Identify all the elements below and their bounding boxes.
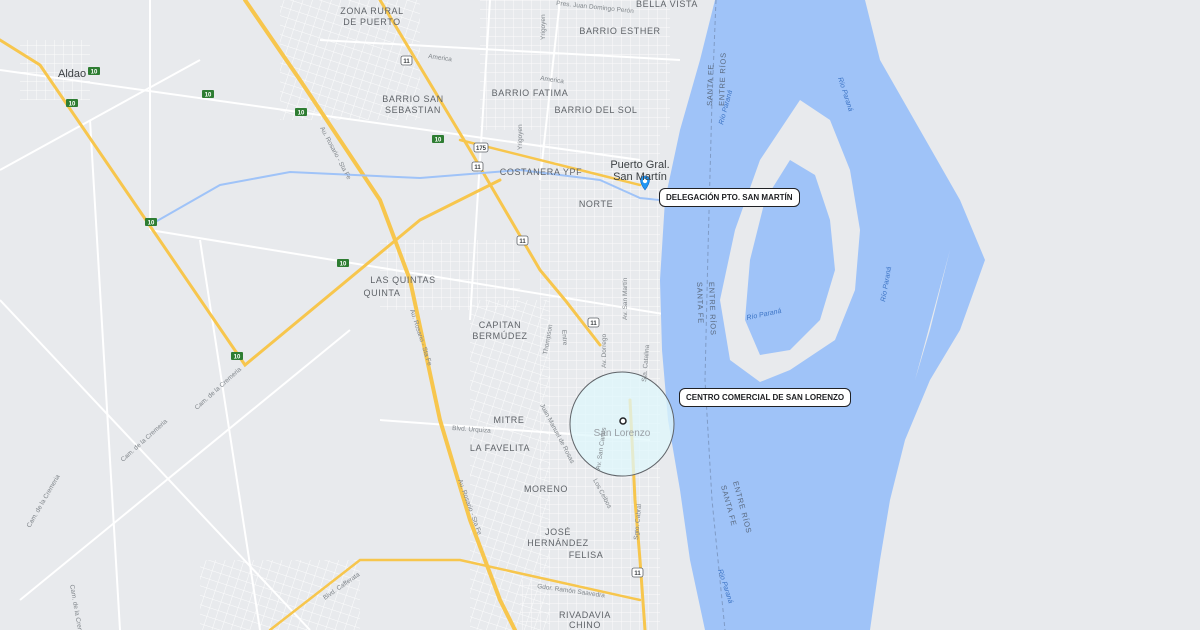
- svg-text:10: 10: [234, 355, 241, 361]
- place-label: MITRE: [494, 415, 525, 425]
- street-label: Yrigoyen: [517, 124, 524, 150]
- place-label: San Martín: [613, 171, 667, 183]
- street-label: Entre: [560, 330, 568, 346]
- svg-text:10: 10: [69, 102, 76, 108]
- place-label: LA FAVELITA: [470, 443, 530, 453]
- place-label: NORTE: [579, 199, 613, 209]
- shield-icon: 10: [145, 218, 157, 227]
- street-label: COSTANERA YPF: [500, 167, 583, 177]
- place-label: SEBASTIAN: [385, 105, 441, 115]
- border-label: SANTA FE: [705, 64, 715, 106]
- shield-icon: 10: [88, 67, 100, 76]
- svg-text:11: 11: [519, 239, 526, 245]
- shield-icon: 11: [471, 161, 484, 172]
- shield-icon: 11: [400, 55, 413, 66]
- shield-icon: 10: [202, 90, 214, 99]
- place-label: BARRIO SAN: [382, 94, 444, 104]
- border-label: ENTRE RÍOS: [717, 52, 728, 106]
- svg-text:10: 10: [205, 93, 212, 99]
- shield-icon: 10: [432, 135, 444, 144]
- svg-text:10: 10: [298, 111, 305, 117]
- place-label: BARRIO DEL SOL: [554, 105, 637, 115]
- svg-text:175: 175: [476, 146, 487, 152]
- shield-icon: 11: [587, 317, 600, 328]
- place-label: JOSÉ: [545, 527, 571, 537]
- place-label: FELISA: [569, 550, 604, 560]
- place-label: LAS QUINTAS: [370, 275, 435, 285]
- svg-text:10: 10: [340, 262, 347, 268]
- place-label: Puerto Gral.: [610, 159, 669, 171]
- san-lorenzo-center-marker[interactable]: [619, 417, 627, 425]
- map-canvas[interactable]: 10 10 10 10 10 10 10 10 11 11 11 11 11 1…: [0, 0, 1200, 630]
- svg-text:10: 10: [435, 138, 442, 144]
- svg-text:11: 11: [474, 165, 481, 171]
- shield-icon: 175: [473, 142, 489, 153]
- place-label: QUINTA: [364, 288, 401, 298]
- shield-icon: 10: [295, 108, 307, 117]
- place-label: BELLA VISTA: [636, 0, 698, 9]
- shield-icon: 10: [337, 259, 349, 268]
- callout-centro-comercial[interactable]: CENTRO COMERCIAL DE SAN LORENZO: [679, 388, 852, 407]
- shield-icon: 11: [516, 235, 529, 246]
- svg-text:11: 11: [590, 321, 597, 327]
- callout-delegacion[interactable]: DELEGACIÓN PTO. SAN MARTÍN: [659, 188, 800, 207]
- place-label: BARRIO ESTHER: [579, 26, 660, 36]
- street-label: Yrigoyen: [540, 14, 547, 40]
- svg-text:10: 10: [91, 70, 98, 76]
- place-label: RIVADAVIA: [559, 610, 611, 620]
- border-label: ENTRE RÍOS: [707, 282, 718, 336]
- place-label: CHINO: [569, 620, 601, 630]
- place-label: DE PUERTO: [343, 17, 401, 27]
- place-label: Aldao: [58, 68, 86, 80]
- border-label: SANTA FE: [695, 282, 705, 324]
- street-label: Av. San Martín: [622, 277, 629, 320]
- shield-icon: 11: [631, 567, 644, 578]
- svg-text:10: 10: [148, 221, 155, 227]
- street-label: Av. Dorrego: [601, 334, 608, 368]
- shield-icon: 10: [66, 99, 78, 108]
- svg-text:11: 11: [403, 59, 410, 65]
- place-label: BERMÚDEZ: [472, 331, 527, 341]
- place-label: HERNÁNDEZ: [527, 538, 588, 548]
- place-label: BARRIO FATIMA: [492, 88, 569, 98]
- place-label: MORENO: [524, 484, 568, 494]
- place-label: ZONA RURAL: [340, 6, 404, 16]
- place-label: CAPITAN: [479, 320, 522, 330]
- svg-text:11: 11: [634, 571, 641, 577]
- shield-icon: 10: [231, 352, 243, 361]
